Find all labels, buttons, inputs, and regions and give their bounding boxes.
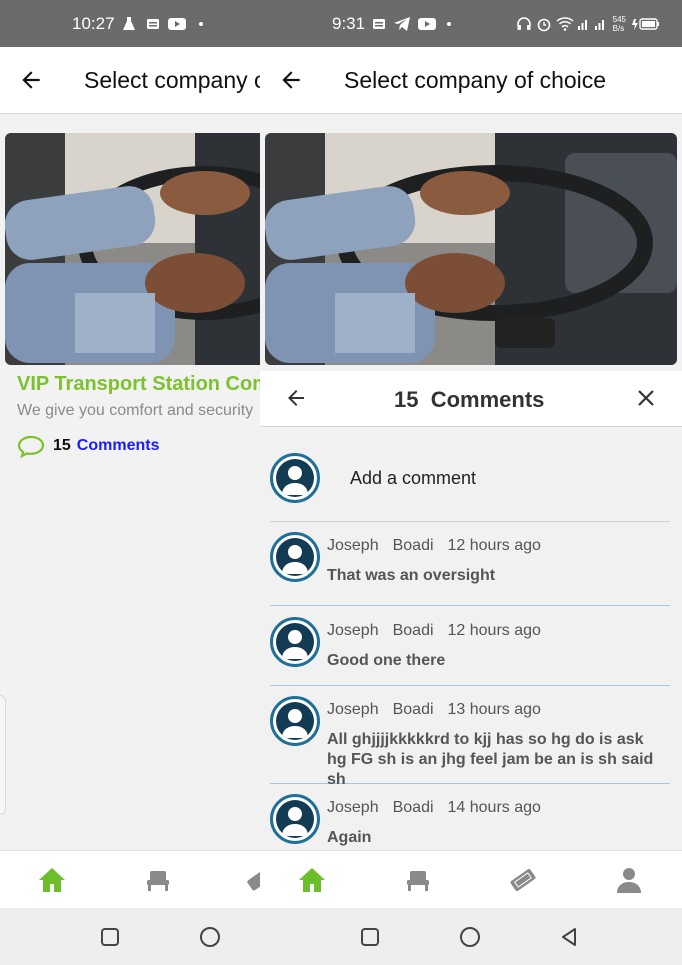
comment-item: Joseph Boadi 13 hours ago All ghjjjjkkkkkr…	[270, 686, 670, 788]
comments-link[interactable]: 15 Comments	[17, 434, 159, 458]
comment-first-name: Joseph	[327, 537, 379, 554]
comment-time: 12 hours ago	[447, 622, 541, 639]
comment-item: Joseph Boadi 12 hours ago That was an over…	[270, 522, 670, 606]
system-navigation	[260, 908, 682, 965]
comment-time: 13 hours ago	[447, 701, 541, 718]
seat-icon[interactable]	[143, 865, 173, 895]
user-avatar-icon	[270, 617, 320, 667]
page-title: Select company of choice	[344, 66, 607, 93]
telegram-icon	[394, 16, 411, 31]
comment-last-name: Boadi	[392, 537, 434, 554]
company-image[interactable]	[265, 133, 677, 365]
page-title: Select company of choice	[84, 66, 260, 93]
comment-last-name: Boadi	[392, 701, 434, 718]
comments-header: 15 Comments	[260, 371, 682, 427]
comment-text: That was an oversight	[327, 567, 496, 584]
ticket-icon[interactable]	[244, 865, 260, 895]
comment-meta: Joseph Boadi 12 hours ago	[327, 537, 555, 555]
company-name[interactable]: VIP Transport Station Company	[17, 373, 260, 396]
status-bar: 9:31 545 B/s	[260, 0, 682, 47]
comments-sheet: 15 Comments Add a comment Joseph Boadi 12 …	[260, 371, 682, 850]
comment-bubble-icon	[17, 435, 45, 458]
recent-apps-icon[interactable]	[98, 925, 122, 949]
comment-last-name: Boadi	[392, 799, 434, 816]
message-icon	[146, 18, 159, 29]
comments-title-label: Comments	[430, 387, 545, 412]
user-avatar-icon	[270, 794, 320, 844]
back-button-icon[interactable]	[558, 925, 582, 949]
comment-first-name: Joseph	[327, 622, 379, 639]
headphones-icon	[516, 16, 531, 30]
company-image[interactable]	[5, 133, 260, 365]
status-time: 10:27	[72, 13, 115, 33]
comment-first-name: Joseph	[327, 799, 379, 816]
profile-icon[interactable]	[614, 865, 644, 895]
comment-last-name: Boadi	[392, 622, 434, 639]
comment-text: All ghjjjjkkkkkrd to kjj has so hg do is…	[327, 731, 654, 788]
notification-dot	[198, 21, 203, 26]
signal-icon	[577, 19, 604, 30]
app-bar: Select company of choice	[260, 47, 682, 114]
user-avatar-icon	[270, 453, 320, 503]
status-time: 9:31	[332, 13, 366, 33]
comments-count: 15	[394, 387, 419, 412]
system-navigation	[0, 908, 260, 965]
comment-first-name: Joseph	[327, 701, 379, 718]
comments-title: 15 Comments	[394, 387, 544, 413]
message-icon	[373, 18, 386, 29]
status-bar: 10:27	[0, 0, 260, 47]
bottom-navigation	[0, 850, 260, 908]
network-speed: 545 B/s	[613, 15, 626, 33]
left-screen: 10:27 Select company of choice VIP Trans…	[0, 0, 260, 965]
app-bar: Select company of choice	[0, 47, 260, 114]
comment-count: 15	[53, 437, 71, 454]
comment-meta: Joseph Boadi 14 hours ago	[327, 799, 555, 817]
comments-label[interactable]: Comments	[77, 437, 160, 455]
add-comment-input[interactable]: Add a comment	[350, 468, 476, 489]
network-speed-value: 545	[612, 14, 626, 24]
battery-charging-icon	[632, 17, 659, 30]
user-avatar-icon	[270, 532, 320, 582]
back-arrow-icon[interactable]	[18, 67, 44, 93]
alarm-icon	[537, 18, 550, 31]
youtube-icon	[167, 17, 186, 30]
back-arrow-icon[interactable]	[278, 67, 304, 93]
seat-icon[interactable]	[403, 865, 433, 895]
ticket-icon[interactable]	[508, 865, 538, 895]
home-icon[interactable]	[37, 865, 67, 895]
comment-text: Good one there	[327, 652, 446, 669]
comment-meta: Joseph Boadi 13 hours ago	[327, 701, 555, 719]
comment-text: Again	[327, 829, 372, 846]
network-speed-unit: B/s	[612, 23, 625, 33]
comment-time: 12 hours ago	[447, 537, 541, 554]
comment-meta: Joseph Boadi 12 hours ago	[327, 622, 555, 640]
next-card-edge	[0, 695, 6, 815]
close-icon[interactable]	[634, 386, 658, 410]
comment-time: 14 hours ago	[447, 799, 541, 816]
user-avatar-icon	[270, 696, 320, 746]
company-tagline: We give you comfort and security	[17, 402, 254, 419]
recent-apps-icon[interactable]	[358, 925, 382, 949]
add-comment-row[interactable]: Add a comment	[270, 442, 670, 522]
back-arrow-icon[interactable]	[284, 386, 308, 410]
comment-item: Joseph Boadi 14 hours ago Again	[270, 784, 670, 850]
lab-flask-icon	[122, 16, 135, 30]
wifi-icon	[556, 16, 574, 31]
right-screen: 9:31 545 B/s Select company of choice 15…	[260, 0, 682, 965]
notification-dot	[447, 21, 452, 26]
comment-item: Joseph Boadi 12 hours ago Good one there	[270, 607, 670, 686]
home-button-icon[interactable]	[198, 925, 222, 949]
home-icon[interactable]	[297, 865, 327, 895]
home-button-icon[interactable]	[458, 925, 482, 949]
bottom-navigation	[260, 850, 682, 908]
youtube-icon	[418, 17, 437, 30]
